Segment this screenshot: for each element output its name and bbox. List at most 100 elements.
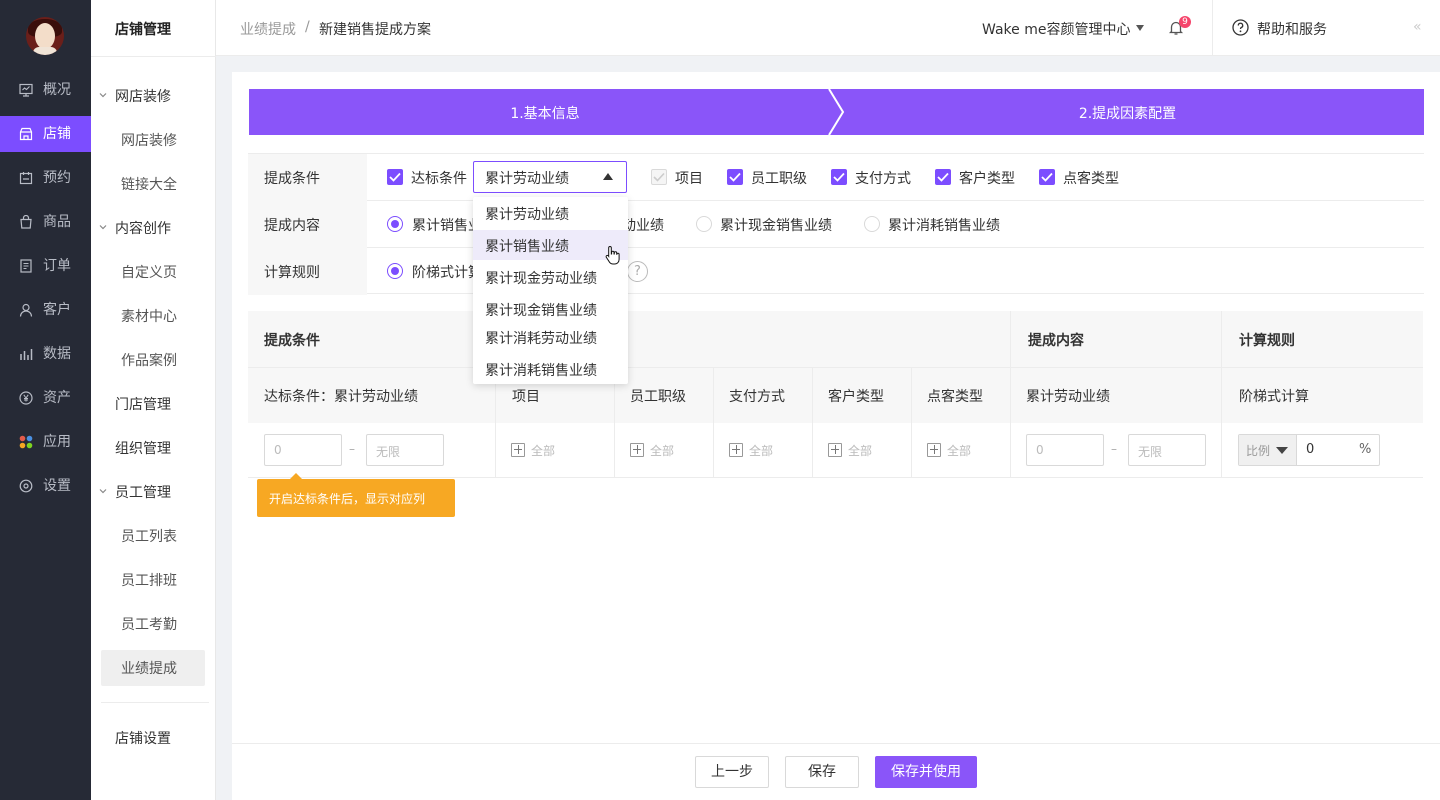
ratio-value[interactable]: 0	[1306, 442, 1314, 457]
add-label: 全部	[848, 444, 873, 458]
sidebar-group-label: 员工管理	[115, 485, 171, 501]
nav-item-store[interactable]: 店铺	[0, 116, 91, 152]
checkbox-label: 支付方式	[855, 171, 911, 187]
percent-unit: %	[1359, 442, 1372, 457]
breadcrumb-parent[interactable]: 业绩提成	[240, 19, 296, 39]
radio-label: 动业绩	[622, 218, 664, 234]
nav-item-assets[interactable]: 资产	[0, 380, 91, 416]
checkbox-customer-type[interactable]	[935, 169, 951, 185]
gear-icon	[19, 479, 33, 493]
tooltip: 开启达标条件后，显示对应列	[257, 479, 455, 517]
sidebar-item-store-mgmt[interactable]: 门店管理	[115, 394, 171, 414]
divider	[812, 367, 813, 478]
checkbox-label: 客户类型	[959, 171, 1015, 187]
nav-item-goods[interactable]: 商品	[0, 204, 91, 240]
option-label: 累计现金劳动业绩	[485, 271, 597, 287]
sidebar-item-cases[interactable]: 作品案例	[121, 350, 177, 370]
sidebar-item-staff-attendance[interactable]: 员工考勤	[121, 614, 177, 634]
sidebar-group-content[interactable]: 内容创作	[99, 218, 171, 238]
nav-item-orders[interactable]: 订单	[0, 248, 91, 284]
store-icon	[19, 127, 33, 141]
content-min-input[interactable]: 0	[1026, 434, 1104, 466]
dropdown-option[interactable]: 累计现金劳动业绩	[473, 262, 628, 292]
radio-consume-sales[interactable]	[864, 216, 880, 232]
min-input[interactable]: 0	[264, 434, 342, 466]
checkbox-staff-level[interactable]	[727, 169, 743, 185]
table-header-cell: 点客类型	[927, 389, 983, 405]
avatar[interactable]	[26, 17, 64, 55]
dropdown-option[interactable]: 累计现金销售业绩	[473, 294, 628, 324]
nav-item-customers[interactable]: 客户	[0, 292, 91, 328]
dropdown-option[interactable]: 累计消耗销售业绩	[473, 354, 628, 384]
sidebar-item-staff-schedule[interactable]: 员工排班	[121, 570, 177, 590]
table-header-cell: 员工职级	[630, 389, 686, 405]
dropdown-option[interactable]: 累计消耗劳动业绩	[473, 322, 628, 352]
ratio-type-value: 比例	[1246, 444, 1271, 458]
shop-switcher[interactable]: Wake me容颜管理中心	[982, 19, 1130, 39]
question-circle-icon[interactable]: ?	[627, 261, 648, 282]
checkbox-project[interactable]	[651, 169, 667, 185]
help-link[interactable]: 帮助和服务	[1257, 19, 1327, 39]
sidebar-item-decor[interactable]: 网店装修	[121, 130, 177, 150]
plus-square-icon	[729, 443, 743, 457]
nav-label: 订单	[43, 258, 71, 274]
checkbox-payment[interactable]	[831, 169, 847, 185]
form-label: 提成条件	[264, 171, 320, 187]
sidebar-item-commission[interactable]: 业绩提成	[121, 658, 177, 678]
nav-label: 应用	[43, 434, 71, 450]
radio-label: 阶梯式计算	[412, 265, 482, 281]
nav-item-data[interactable]: 数据	[0, 336, 91, 372]
save-and-use-button[interactable]: 保存并使用	[875, 756, 977, 788]
input-placeholder: 0	[274, 443, 282, 457]
collapse-icon[interactable]: «	[1413, 19, 1422, 35]
nav-item-overview[interactable]: 概况	[0, 72, 91, 108]
add-label: 全部	[650, 444, 675, 458]
content-max-input[interactable]: 无限	[1128, 434, 1206, 466]
nav-item-settings[interactable]: 设置	[0, 468, 91, 504]
checkbox-target-condition[interactable]	[387, 169, 403, 185]
breadcrumb-separator: /	[305, 19, 310, 35]
check-icon	[653, 172, 665, 182]
radio-sales-performance[interactable]	[387, 216, 403, 232]
question-circle-icon[interactable]	[1232, 19, 1249, 36]
plus-square-icon	[511, 443, 525, 457]
check-icon	[729, 172, 741, 182]
checkbox-guest-type[interactable]	[1039, 169, 1055, 185]
sidebar-item-links[interactable]: 链接大全	[121, 174, 177, 194]
table-header-cell: 累计劳动业绩	[1026, 389, 1110, 405]
sidebar-item-store-settings[interactable]: 店铺设置	[115, 728, 171, 748]
tooltip-text: 开启达标条件后，显示对应列	[269, 492, 426, 506]
list-icon	[20, 259, 32, 273]
sidebar-group-decor[interactable]: 网店装修	[99, 86, 171, 106]
save-button[interactable]: 保存	[785, 756, 859, 788]
form-label: 计算规则	[264, 265, 320, 281]
chevron-down-icon	[99, 489, 107, 494]
prev-button[interactable]: 上一步	[695, 756, 769, 788]
radio-cash-sales[interactable]	[696, 216, 712, 232]
sidebar-item-org-mgmt[interactable]: 组织管理	[115, 438, 171, 458]
nav-item-apps[interactable]: 应用	[0, 424, 91, 460]
table-header-cell: 客户类型	[828, 389, 884, 405]
step-label: 2.提成因素配置	[1078, 106, 1177, 122]
input-placeholder: 无限	[376, 445, 401, 459]
nav-label: 预约	[43, 170, 71, 186]
form-label-cell: 提成内容	[248, 201, 367, 248]
dropdown-option[interactable]: 累计劳动业绩	[473, 198, 628, 228]
sidebar-item-staff-list[interactable]: 员工列表	[121, 526, 177, 546]
chevron-down-icon	[99, 225, 107, 230]
ratio-type-select[interactable]: 比例	[1239, 435, 1297, 465]
sidebar-item-custom-page[interactable]: 自定义页	[121, 262, 177, 282]
sidebar-item-materials[interactable]: 素材中心	[121, 306, 177, 326]
sidebar-group-staff[interactable]: 员工管理	[99, 482, 171, 502]
caret-down-icon[interactable]	[1136, 25, 1144, 31]
step-label: 1.基本信息	[510, 106, 580, 122]
divider	[911, 367, 912, 478]
radio-tiered-calc[interactable]	[387, 263, 403, 279]
plus-square-icon	[828, 443, 842, 457]
option-label: 累计劳动业绩	[485, 207, 569, 223]
max-input[interactable]: 无限	[366, 434, 444, 466]
nav-label: 商品	[43, 214, 71, 230]
range-dash: –	[349, 442, 355, 456]
nav-item-booking[interactable]: 预约	[0, 160, 91, 196]
calendar-icon	[19, 172, 33, 185]
